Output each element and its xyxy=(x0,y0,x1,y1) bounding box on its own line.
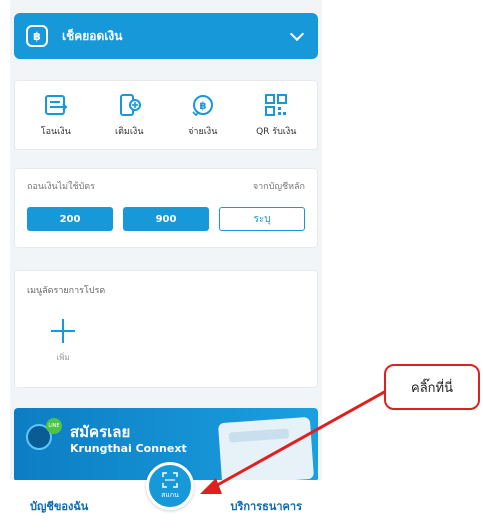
transfer-label: โอนเงิน xyxy=(40,127,71,137)
quick-action-topup[interactable]: เติมเงิน xyxy=(94,92,164,138)
favorites-card: เมนูลัดรายการโปรด เพิ่ม xyxy=(14,270,318,388)
quick-action-pay[interactable]: ฿ จ่ายเงิน xyxy=(168,92,238,138)
withdraw-source[interactable]: จากบัญชีหลัก xyxy=(253,179,305,193)
qr-receive-label: QR รับเงิน xyxy=(256,127,297,137)
scan-icon xyxy=(162,471,178,488)
cardless-withdraw-card: ถอนเงินไม่ใช้บัตร จากบัญชีหลัก 200 900 ร… xyxy=(14,168,318,248)
line-badge: LINE xyxy=(46,418,62,434)
add-label: เพิ่ม xyxy=(56,353,70,362)
annotation-text: คลิ๊กที่นี่ xyxy=(411,380,453,396)
check-balance-bar[interactable]: ฿ เช็คยอดเงิน xyxy=(14,13,318,59)
quick-action-transfer[interactable]: โอนเงิน xyxy=(21,92,91,138)
promo-title: สมัครเลย xyxy=(70,423,131,441)
svg-text:฿: ฿ xyxy=(199,101,206,112)
topup-icon xyxy=(120,94,142,116)
amount-custom-button[interactable]: ระบุ xyxy=(219,207,305,231)
mobile-app-screen: ฿ เช็คยอดเงิน โอนเงิน เติมเงิน ฿ จ่ายเงิ… xyxy=(10,0,322,531)
phone-mockup-image xyxy=(217,416,315,482)
check-balance-label: เช็คยอดเงิน xyxy=(62,28,123,43)
pay-label: จ่ายเงิน xyxy=(188,127,218,137)
annotation-callout: คลิ๊กที่นี่ xyxy=(384,364,480,410)
pay-icon: ฿ xyxy=(192,95,213,117)
quick-action-qr-receive[interactable]: QR รับเงิน xyxy=(241,92,311,138)
plus-icon xyxy=(51,319,75,343)
nav-my-account[interactable]: บัญชีของฉัน xyxy=(30,497,88,515)
topup-label: เติมเงิน xyxy=(115,127,144,137)
promo-subtitle: Krungthai Connext xyxy=(70,442,187,455)
qr-icon xyxy=(265,94,288,116)
chevron-down-icon[interactable] xyxy=(289,26,305,42)
nav-bank-services[interactable]: บริการธนาคาร xyxy=(231,497,303,515)
quick-actions-card: โอนเงิน เติมเงิน ฿ จ่ายเงิน QR รับเงิน xyxy=(14,80,318,150)
scan-label: สแกน xyxy=(161,490,179,499)
favorites-title: เมนูลัดรายการโปรด xyxy=(27,286,106,296)
scan-button[interactable]: สแกน xyxy=(146,462,194,510)
baht-icon: ฿ xyxy=(26,25,48,47)
amount-900-button[interactable]: 900 xyxy=(123,207,209,231)
transfer-icon xyxy=(44,95,68,115)
add-favorite-button[interactable]: เพิ่ม xyxy=(51,319,75,364)
withdraw-title: ถอนเงินไม่ใช้บัตร xyxy=(27,182,95,192)
amount-200-button[interactable]: 200 xyxy=(27,207,113,231)
